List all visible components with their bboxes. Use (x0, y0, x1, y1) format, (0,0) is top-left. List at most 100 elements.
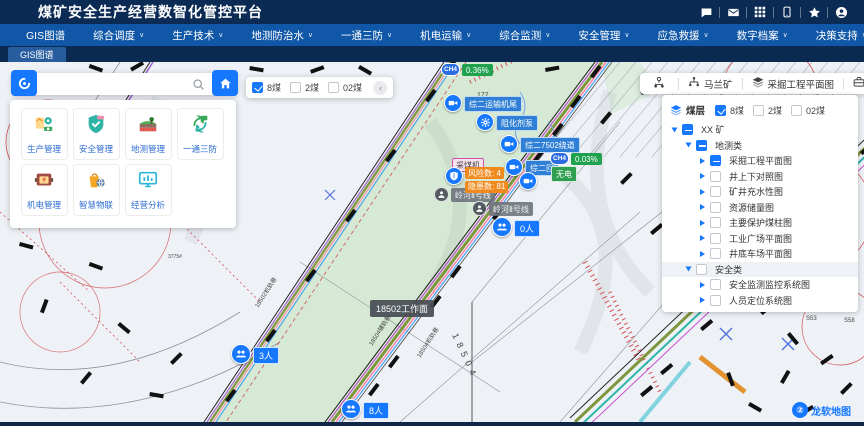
seam-checkbox-8煤[interactable]: 8煤 (715, 104, 744, 117)
mine-button[interactable]: 马兰矿 (679, 73, 742, 94)
chevron-right-icon[interactable] (700, 235, 705, 241)
menu-item-一通三防[interactable]: 一通三防∨ (327, 24, 406, 46)
app-tile-安全管理[interactable]: 安全管理 (73, 108, 120, 160)
menu-item-地测防治水[interactable]: 地测防治水∨ (237, 24, 327, 46)
app-tile-智慧物联[interactable]: 智慧物联 (73, 164, 120, 216)
menu-item-机电运输[interactable]: 机电运输∨ (406, 24, 485, 46)
checkbox-icon[interactable] (696, 140, 707, 151)
menu-item-应急救援[interactable]: 应急救援∨ (643, 24, 722, 46)
chevron-down-icon[interactable] (686, 267, 692, 272)
checkbox-icon[interactable] (710, 248, 721, 259)
tree-node-主要保护煤柱图[interactable]: 主要保护煤柱图 (662, 215, 858, 231)
user-icon[interactable] (828, 4, 854, 20)
person-icon[interactable] (472, 201, 487, 216)
tree-node-采掘工程平面图[interactable]: 采掘工程平面图 (662, 153, 858, 169)
people-icon[interactable] (492, 217, 512, 237)
checkbox-icon[interactable] (682, 124, 693, 135)
gear-icon[interactable] (476, 113, 494, 131)
chevron-right-icon[interactable] (700, 173, 705, 179)
mine-map[interactable]: 172572S53S583775#18504机轨巷18502机轨巷18504辅轨… (0, 62, 864, 422)
checkbox-icon[interactable] (710, 202, 721, 213)
menu-item-安全管理[interactable]: 安全管理∨ (564, 24, 643, 46)
seam-checkbox-2煤[interactable]: 2煤 (290, 81, 319, 94)
map-marker[interactable]: 3人 (231, 344, 279, 364)
chevron-right-icon[interactable] (700, 204, 705, 210)
home-button[interactable] (212, 70, 238, 96)
map-marker[interactable]: 综二运输机尾 (444, 94, 522, 112)
map-marker[interactable]: 岭河Ⅱ号线 (472, 201, 533, 216)
chevron-right-icon[interactable] (700, 251, 705, 257)
apps-icon[interactable] (747, 4, 773, 20)
device-icon[interactable] (774, 4, 800, 20)
search-icon[interactable] (188, 78, 208, 91)
app-tile-经营分析[interactable]: 经营分析 (125, 164, 172, 216)
tools-button[interactable]: 工具 (844, 73, 864, 94)
map-marker[interactable]: 18502工作面 (370, 300, 434, 317)
people-icon[interactable] (231, 344, 251, 364)
shield-icon[interactable] (445, 167, 463, 185)
menu-item-综合调度[interactable]: 综合调度∨ (79, 24, 158, 46)
seam-checkbox-02煤[interactable]: 02煤 (791, 104, 825, 117)
menu-item-综合监测[interactable]: 综合监测∨ (485, 24, 564, 46)
menu-item-数字档案[interactable]: 数字档案∨ (723, 24, 802, 46)
checkbox-icon[interactable] (710, 171, 721, 182)
tree-node-资源储量图[interactable]: 资源储量图 (662, 200, 858, 216)
star-icon[interactable] (801, 4, 827, 20)
collapse-button[interactable]: ‹ (373, 81, 387, 95)
map-marker[interactable]: 综二7502绕道 (500, 135, 580, 153)
search-input[interactable] (37, 79, 188, 90)
people-icon[interactable] (341, 399, 361, 419)
chevron-right-icon[interactable] (700, 282, 705, 288)
seam-checkbox-8煤[interactable]: 8煤 (252, 81, 281, 94)
app-tile-机电管理[interactable]: 机电管理 (21, 164, 68, 216)
map-marker[interactable] (519, 172, 537, 190)
map-marker[interactable]: 风险数: 4隐患数: 81 (445, 167, 508, 194)
camera-icon[interactable] (444, 94, 462, 112)
tree-node-安全类[interactable]: 安全类 (662, 262, 858, 278)
checkbox-icon[interactable] (710, 155, 721, 166)
tree-node-地测类[interactable]: 地测类 (662, 138, 858, 154)
menu-item-生产技术[interactable]: 生产技术∨ (158, 24, 237, 46)
map-marker[interactable]: 0人 (492, 217, 540, 237)
app-tile-一通三防[interactable]: 一通三防 (177, 108, 224, 160)
checkbox-icon[interactable] (710, 279, 721, 290)
camera-icon[interactable] (500, 135, 518, 153)
chevron-down-icon[interactable] (672, 127, 678, 132)
map-marker[interactable]: 阻化剂泵 (476, 113, 538, 131)
map-vendor-logo[interactable]: ② 龙软地图 (792, 402, 851, 418)
checkbox-icon[interactable] (710, 186, 721, 197)
tree-node-矿井充水性图[interactable]: 矿井充水性图 (662, 184, 858, 200)
menu-item-GIS图谱[interactable]: GIS图谱 (12, 24, 79, 46)
chat-icon[interactable] (693, 4, 719, 20)
checkbox-icon[interactable] (710, 217, 721, 228)
org-button[interactable] (644, 73, 678, 94)
checkbox-icon[interactable] (696, 264, 707, 275)
tree-node-井上下对照图[interactable]: 井上下对照图 (662, 169, 858, 185)
platform-logo-button[interactable] (11, 70, 37, 96)
map-marker[interactable]: CH40.36% (441, 63, 493, 76)
gas-sensor-icon[interactable]: CH4 (441, 63, 460, 76)
tree-node-安全监测监控系统图[interactable]: 安全监测监控系统图 (662, 277, 858, 293)
seam-checkbox-2煤[interactable]: 2煤 (753, 104, 782, 117)
app-tile-地测管理[interactable]: 地测管理 (125, 108, 172, 160)
tree-node-工业广场平面图[interactable]: 工业广场平面图 (662, 231, 858, 247)
map-marker[interactable]: 无电 (551, 166, 577, 182)
map-marker[interactable]: CH40.03% (550, 152, 602, 165)
chevron-right-icon[interactable] (700, 220, 705, 226)
chevron-down-icon[interactable] (686, 143, 692, 148)
menu-item-决策支持[interactable]: 决策支持∨ (802, 24, 864, 46)
checkbox-icon[interactable] (710, 295, 721, 306)
map-marker[interactable]: 8人 (341, 399, 389, 419)
app-tile-生产管理[interactable]: 生产管理 (21, 108, 68, 160)
checkbox-icon[interactable] (710, 233, 721, 244)
chevron-right-icon[interactable] (700, 158, 705, 164)
tree-node-XX 矿[interactable]: XX 矿 (662, 122, 858, 138)
chevron-right-icon[interactable] (700, 297, 705, 303)
tree-node-人员定位系统图[interactable]: 人员定位系统图 (662, 293, 858, 309)
tab-gis[interactable]: GIS图谱 (8, 47, 66, 62)
tree-node-井底车场平面图[interactable]: 井底车场平面图 (662, 246, 858, 262)
gas-sensor-icon[interactable]: CH4 (550, 152, 569, 165)
seam-checkbox-02煤[interactable]: 02煤 (328, 81, 362, 94)
camera-icon[interactable] (519, 172, 537, 190)
mail-icon[interactable] (720, 4, 746, 20)
